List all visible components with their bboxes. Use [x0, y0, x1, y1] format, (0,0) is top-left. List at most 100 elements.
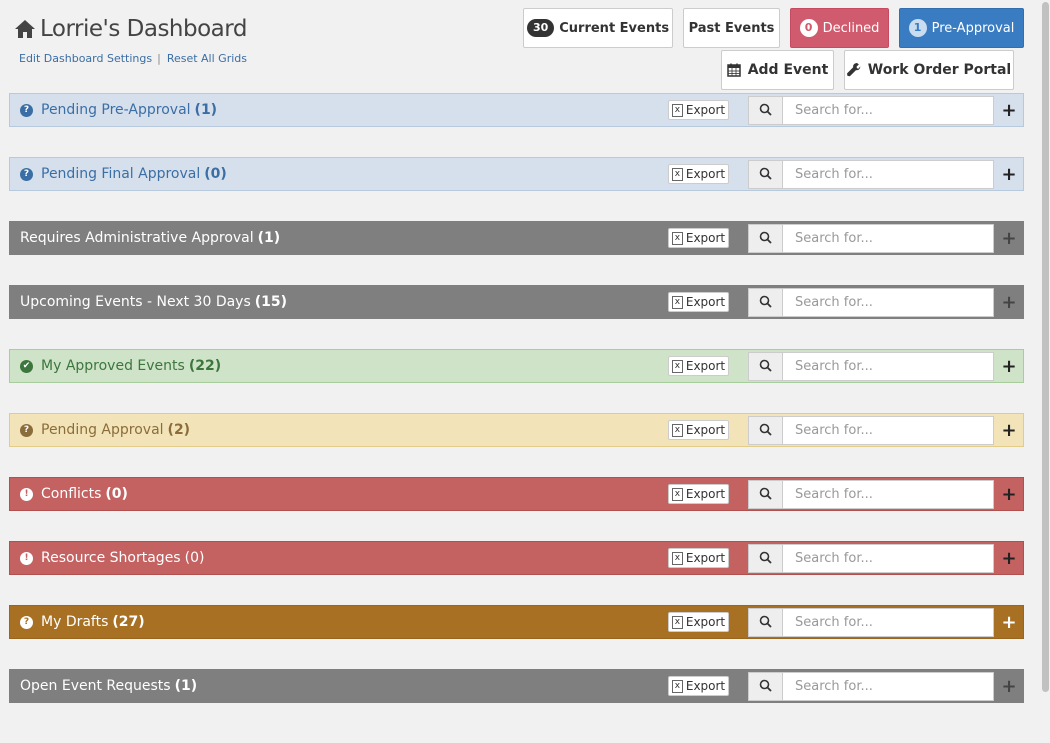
expand-plus-icon[interactable]: +	[998, 291, 1020, 313]
declined-count-badge: 0	[799, 19, 818, 37]
question-circle-icon: ?	[20, 423, 33, 437]
past-events-button[interactable]: Past Events	[683, 8, 780, 48]
export-button[interactable]: x Export	[668, 612, 729, 632]
panel-title-text: Resource Shortages	[41, 550, 181, 566]
add-event-button[interactable]: Add Event	[721, 50, 834, 90]
panel-count: (22)	[188, 358, 222, 374]
excel-icon: x	[671, 615, 683, 629]
panel-title-text: Pending Pre-Approval	[41, 102, 191, 118]
panel-count: (1)	[194, 102, 218, 118]
export-button[interactable]: x Export	[668, 164, 729, 184]
panel-count: (15)	[254, 294, 288, 310]
excel-icon: x	[671, 231, 683, 245]
panel-my-approved-events: ✔ My Approved Events(22) xExport +	[9, 349, 1024, 383]
panel-open-event-requests: Open Event Requests(1) xExport +	[9, 669, 1024, 703]
search-button[interactable]	[748, 96, 783, 125]
declined-button[interactable]: 0 Declined	[790, 8, 889, 48]
work-order-portal-button[interactable]: Work Order Portal	[844, 50, 1014, 90]
search-input[interactable]	[782, 352, 994, 381]
exclamation-circle-icon: !	[20, 551, 33, 565]
panel-my-drafts: ? My Drafts(27) xExport +	[9, 605, 1024, 639]
export-button[interactable]: x Export	[668, 228, 729, 248]
expand-plus-icon[interactable]: +	[998, 419, 1020, 441]
export-label: Export	[685, 551, 726, 565]
panel-title-text: My Drafts	[41, 614, 109, 630]
reset-all-grids-link[interactable]: Reset All Grids	[167, 52, 247, 65]
expand-plus-icon[interactable]: +	[998, 227, 1020, 249]
search-button[interactable]	[748, 672, 783, 701]
expand-plus-icon[interactable]: +	[998, 163, 1020, 185]
search-button[interactable]	[748, 416, 783, 445]
exclamation-circle-icon: !	[20, 487, 33, 501]
panel-resource-shortages: ! Resource Shortages(0) xExport +	[9, 541, 1024, 575]
check-circle-icon: ✔	[20, 359, 33, 373]
panel-title-text: Open Event Requests	[20, 678, 171, 694]
past-events-label: Past Events	[688, 20, 775, 36]
excel-icon: x	[671, 423, 683, 437]
expand-plus-icon[interactable]: +	[998, 611, 1020, 633]
calendar-icon	[726, 63, 741, 77]
expand-plus-icon[interactable]: +	[998, 483, 1020, 505]
search-input[interactable]	[782, 288, 994, 317]
search-icon	[759, 165, 772, 184]
current-events-label: Current Events	[559, 20, 670, 36]
export-label: Export	[685, 231, 726, 245]
search-icon	[759, 421, 772, 440]
header-links: Edit Dashboard Settings | Reset All Grids	[19, 52, 247, 65]
export-button[interactable]: x Export	[668, 356, 729, 376]
export-button[interactable]: x Export	[668, 548, 729, 568]
pre-approval-button[interactable]: 1 Pre-Approval	[899, 8, 1024, 48]
export-button[interactable]: x Export	[668, 292, 729, 312]
panel-count: (1)	[257, 230, 281, 246]
search-icon	[759, 485, 772, 504]
export-label: Export	[685, 615, 726, 629]
search-button[interactable]	[748, 480, 783, 509]
panel-title-text: Requires Administrative Approval	[20, 230, 254, 246]
work-order-portal-label: Work Order Portal	[867, 62, 1012, 78]
search-button[interactable]	[748, 608, 783, 637]
search-input[interactable]	[782, 96, 994, 125]
panel-upcoming-events: Upcoming Events - Next 30 Days (15) x Expo…	[9, 285, 1024, 319]
panel-count: (2)	[167, 422, 191, 438]
edit-dashboard-settings-link[interactable]: Edit Dashboard Settings	[19, 52, 152, 65]
search-input[interactable]	[782, 544, 994, 573]
excel-icon: x	[671, 679, 683, 693]
page-title: Lorrie's Dashboard	[40, 16, 247, 42]
search-button[interactable]	[748, 160, 783, 189]
export-button[interactable]: x Export	[668, 100, 729, 120]
add-event-label: Add Event	[747, 62, 829, 78]
export-button[interactable]: x Export	[668, 676, 729, 696]
expand-plus-icon[interactable]: +	[998, 675, 1020, 697]
expand-plus-icon[interactable]: +	[998, 99, 1020, 121]
dashboard-header: Lorrie's Dashboard	[14, 16, 247, 42]
scrollbar-thumb[interactable]	[1042, 2, 1049, 692]
search-input[interactable]	[782, 480, 994, 509]
panel-title-text: Upcoming Events - Next 30 Days	[20, 294, 251, 310]
search-icon	[759, 101, 772, 120]
search-button[interactable]	[748, 352, 783, 381]
search-button[interactable]	[748, 288, 783, 317]
wrench-icon	[846, 63, 861, 77]
export-label: Export	[685, 487, 726, 501]
search-button[interactable]	[748, 224, 783, 253]
excel-icon: x	[671, 551, 683, 565]
search-button[interactable]	[748, 544, 783, 573]
current-events-button[interactable]: 30 Current Events	[523, 8, 673, 48]
search-input[interactable]	[782, 160, 994, 189]
search-input[interactable]	[782, 416, 994, 445]
export-button[interactable]: x Export	[668, 420, 729, 440]
search-input[interactable]	[782, 672, 994, 701]
current-events-count-badge: 30	[526, 19, 555, 37]
search-input[interactable]	[782, 224, 994, 253]
scrollbar-track[interactable]	[1040, 0, 1050, 743]
export-label: Export	[685, 679, 726, 693]
question-circle-icon: ?	[20, 167, 33, 181]
panel-title-text: My Approved Events	[41, 358, 185, 374]
home-icon[interactable]	[14, 19, 36, 39]
search-input[interactable]	[782, 608, 994, 637]
question-circle-icon: ?	[20, 615, 33, 629]
expand-plus-icon[interactable]: +	[998, 547, 1020, 569]
excel-icon: x	[671, 487, 683, 501]
export-button[interactable]: x Export	[668, 484, 729, 504]
expand-plus-icon[interactable]: +	[998, 355, 1020, 377]
